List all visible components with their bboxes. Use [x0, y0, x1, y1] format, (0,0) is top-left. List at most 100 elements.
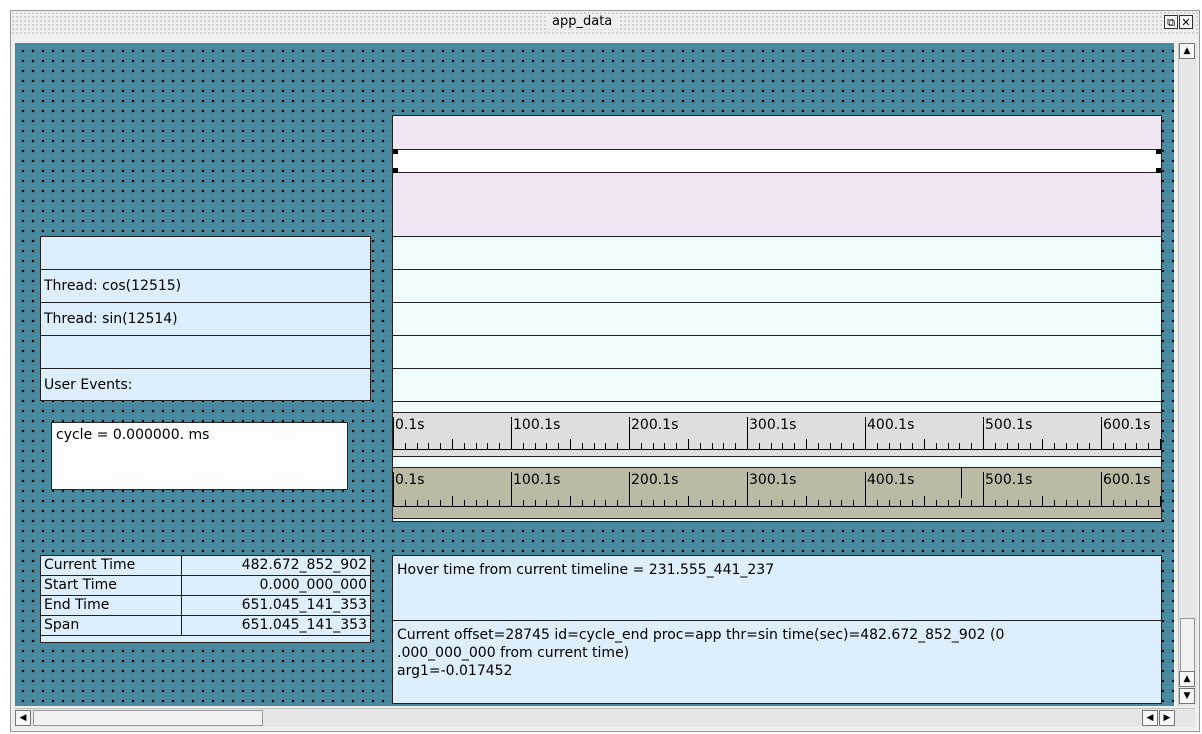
thread-row-cos[interactable]: Thread: cos(12515) — [41, 270, 370, 303]
event-detail: Current offset=28745 id=cycle_end proc=a… — [397, 626, 1004, 680]
timeline-row-user-events[interactable] — [393, 369, 1161, 402]
thread-row[interactable] — [41, 237, 370, 270]
ruler-tick-label: 0.1s — [395, 417, 425, 433]
ruler-tick-label: 400.1s — [867, 417, 915, 433]
ruler-minor-tick — [924, 439, 925, 449]
selection-handle[interactable] — [393, 149, 398, 154]
current-time-row: Current Time 482.672_852_902 — [41, 556, 370, 576]
scroll-down-icon[interactable]: ▼ — [1179, 688, 1195, 704]
thread-list: Thread: cos(12515) Thread: sin(12514) Us… — [40, 236, 371, 401]
cycle-readout: cycle = 0.000000. ms — [51, 422, 348, 490]
scroll-up-icon[interactable]: ▲ — [1179, 43, 1195, 59]
start-time-label: Start Time — [41, 575, 182, 596]
ruler-minor-tick — [1042, 496, 1043, 506]
app-data-window: app_data ⧉ ✕ Thread: cos(12515) Thread: … — [10, 10, 1200, 732]
ruler-major-tick — [511, 417, 512, 449]
event-detail-line: .000_000_000 from current time) — [397, 645, 630, 661]
ruler-minor-tick — [452, 439, 453, 449]
timeline-row-sin[interactable] — [393, 303, 1161, 336]
ruler-tick-label: 500.1s — [985, 472, 1033, 488]
ruler-major-tick — [393, 472, 394, 506]
ruler-minor-tick — [688, 496, 689, 506]
title-bar[interactable]: app_data ⧉ ✕ — [11, 11, 1199, 35]
end-time-value: 651.045_141_353 — [180, 595, 370, 616]
close-icon[interactable]: ✕ — [1179, 15, 1193, 29]
vertical-scroll-thumb[interactable] — [1180, 618, 1195, 678]
ruler-major-tick — [983, 417, 984, 449]
ruler-major-tick — [511, 472, 512, 506]
ruler-tick-label: 300.1s — [749, 472, 797, 488]
ruler-baseline — [393, 506, 1161, 507]
ruler-tick-label: 400.1s — [867, 472, 915, 488]
ruler-minor-tick — [452, 496, 453, 506]
timeline-panel: 0.1s 100.1s 200.1s 300.1s 400.1s 500.1s 600.1s… — [392, 115, 1162, 522]
timeline-overview[interactable] — [393, 116, 1161, 237]
end-time-label: End Time — [41, 595, 182, 616]
ruler-minor-tick — [806, 439, 807, 449]
ruler-minor-tick — [688, 439, 689, 449]
event-info-panel: Hover time from current timeline = 231.5… — [392, 555, 1162, 704]
ruler-minor-tick — [1042, 439, 1043, 449]
thread-row-sin[interactable]: Thread: sin(12514) — [41, 303, 370, 336]
ruler-minor-tick — [570, 439, 571, 449]
time-summary-table: Current Time 482.672_852_902 Start Time 0.… — [40, 555, 371, 643]
ruler-major-tick — [1101, 417, 1102, 449]
event-detail-line: arg1=-0.017452 — [397, 663, 513, 679]
window-title: app_data — [546, 14, 619, 29]
timeline-row[interactable] — [393, 336, 1161, 369]
ruler-major-tick — [747, 417, 748, 449]
ruler-baseline — [393, 449, 1161, 450]
ruler-tick-label: 100.1s — [513, 417, 561, 433]
scroll-right-icon[interactable]: ▶ — [1159, 710, 1175, 726]
ruler-tick-label: 200.1s — [631, 472, 679, 488]
selection-handle[interactable] — [1156, 149, 1161, 154]
ruler-major-tick — [865, 417, 866, 449]
selection-handle[interactable] — [1156, 168, 1161, 173]
ruler-minor-tick — [806, 496, 807, 506]
ruler-major-tick — [865, 472, 866, 506]
vertical-scrollbar[interactable]: ▲ ▲ ▼ — [1178, 43, 1197, 706]
ruler-minor-tick — [570, 496, 571, 506]
user-events-row[interactable]: User Events: — [41, 369, 370, 402]
cycle-text: cycle = 0.000000. ms — [56, 427, 210, 443]
ruler-major-tick — [747, 472, 748, 506]
scroll-left-icon[interactable]: ◀ — [1142, 710, 1158, 726]
horizontal-scroll-thumb[interactable] — [33, 710, 263, 726]
current-time-value: 482.672_852_902 — [180, 556, 370, 576]
horizontal-scrollbar[interactable]: ◀ ◀ ▶ — [15, 708, 1195, 727]
thread-row[interactable] — [41, 336, 370, 369]
ruler-tick-label: 600.1s — [1103, 417, 1151, 433]
ruler-major-tick — [629, 417, 630, 449]
timeline-row-cos[interactable] — [393, 270, 1161, 303]
ruler-minor-tick — [924, 496, 925, 506]
ruler-major-tick — [629, 472, 630, 506]
ruler-major-tick — [983, 472, 984, 506]
current-time-label: Current Time — [41, 556, 182, 576]
span-row: Span 651.045_141_353 — [41, 615, 370, 636]
event-detail-line: Current offset=28745 id=cycle_end proc=a… — [397, 627, 1005, 643]
span-value: 651.045_141_353 — [180, 615, 370, 636]
time-ruler[interactable]: 0.1s 100.1s 200.1s 300.1s 400.1s 500.1s 600.1s — [393, 412, 1161, 457]
restore-icon[interactable]: ⧉ — [1164, 15, 1178, 29]
time-ruler-zoom[interactable]: 0.1s 100.1s 200.1s 300.1s 400.1s 500.1s 600.1s — [393, 467, 1161, 519]
end-time-row: End Time 651.045_141_353 — [41, 595, 370, 616]
scroll-up-icon[interactable]: ▲ — [1179, 671, 1195, 687]
scroll-left-icon[interactable]: ◀ — [15, 710, 31, 726]
ruler-minor-tick — [1160, 496, 1161, 506]
ruler-major-tick — [1101, 472, 1102, 506]
span-label: Span — [41, 615, 182, 636]
ruler-tick-label: 100.1s — [513, 472, 561, 488]
ruler-minor-tick — [1160, 439, 1161, 449]
main-canvas: Thread: cos(12515) Thread: sin(12514) Us… — [15, 43, 1174, 706]
ruler-tick-label: 600.1s — [1103, 472, 1151, 488]
selection-handle[interactable] — [393, 168, 398, 173]
ruler-tick-label: 500.1s — [985, 417, 1033, 433]
ruler-tick-label: 0.1s — [395, 472, 425, 488]
timeline-selection[interactable] — [393, 149, 1161, 173]
current-time-marker — [961, 468, 962, 498]
timeline-row[interactable] — [393, 237, 1161, 270]
hover-time-text: Hover time from current timeline = 231.5… — [397, 562, 775, 578]
start-time-value: 0.000_000_000 — [180, 575, 370, 596]
ruler-tick-label: 200.1s — [631, 417, 679, 433]
start-time-row: Start Time 0.000_000_000 — [41, 575, 370, 596]
